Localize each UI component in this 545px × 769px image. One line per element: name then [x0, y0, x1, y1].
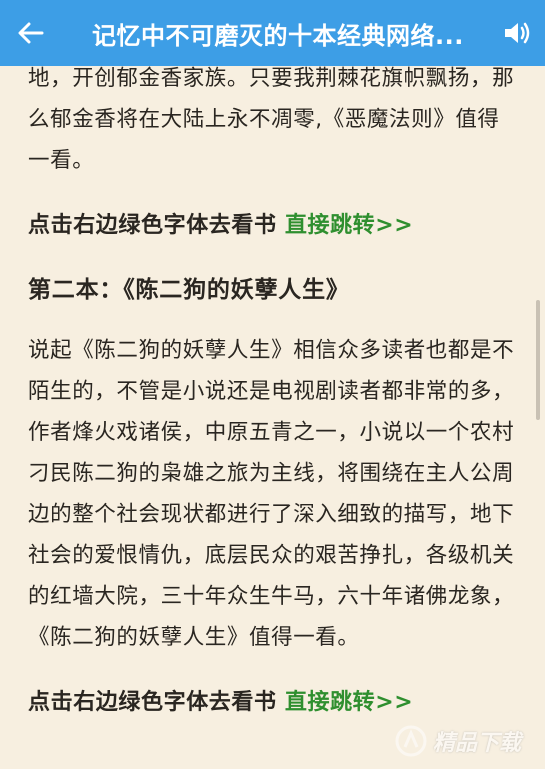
- article-paragraph: 地，开创郁金香家族。只要我荆棘花旗帜飘扬，那么郁金香将在大陆上永不凋零,《恶魔法…: [28, 66, 515, 173]
- back-button[interactable]: [18, 13, 58, 53]
- watermark-icon: [395, 725, 427, 757]
- article-paragraph: 说起《陈二狗的妖孽人生》相信众多读者也都是不陌生的，不管是小说还是电视剧读者都非…: [28, 338, 515, 650]
- article-content: 地，开创郁金香家族。只要我荆棘花旗帜飘扬，那么郁金香将在大陆上永不凋零,《恶魔法…: [28, 58, 518, 718]
- read-aloud-button[interactable]: [491, 13, 531, 53]
- jump-link[interactable]: 直接跳转>>: [285, 213, 413, 238]
- jump-link[interactable]: 直接跳转>>: [285, 690, 413, 715]
- speaker-icon: [505, 22, 530, 44]
- read-link-line: 点击右边绿色字体去看书 直接跳转>>: [28, 211, 518, 241]
- watermark-text: 精品下载: [433, 731, 522, 756]
- read-link-line: 点击右边绿色字体去看书 直接跳转>>: [28, 688, 518, 718]
- read-link-prompt: 点击右边绿色字体去看书: [28, 213, 285, 238]
- arrow-left-icon: [18, 22, 44, 44]
- read-link-prompt: 点击右边绿色字体去看书: [28, 690, 285, 715]
- page-title: 记忆中不可磨灭的十本经典网络...: [92, 21, 464, 50]
- section-heading: 第二本：《陈二狗的妖孽人生》: [28, 277, 350, 303]
- app-bar: 记忆中不可磨灭的十本经典网络...: [0, 0, 545, 66]
- scrollbar[interactable]: [536, 300, 540, 420]
- watermark-logo: 精品下载: [395, 721, 535, 761]
